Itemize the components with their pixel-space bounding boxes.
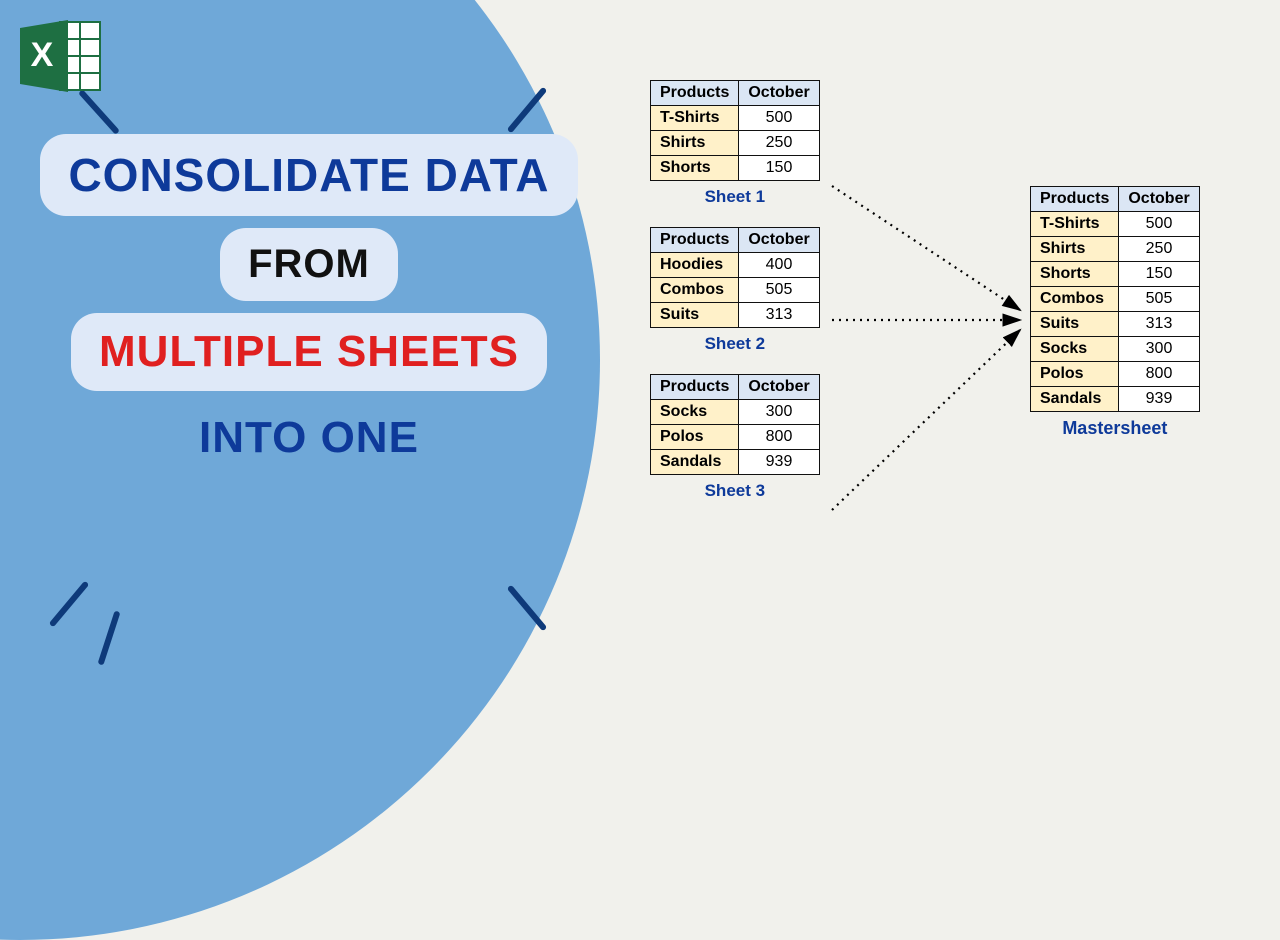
sheet2-table: ProductsOctober Hoodies400 Combos505 Sui… <box>650 227 820 328</box>
table-cell: Polos <box>651 425 739 450</box>
title-line-1: CONSOLIDATE DATA <box>40 134 577 216</box>
table-cell: 500 <box>1119 212 1199 237</box>
table-cell: 400 <box>739 253 819 278</box>
table-cell: T-Shirts <box>651 106 739 131</box>
table-cell: Shorts <box>1031 262 1119 287</box>
table-cell: 500 <box>739 106 819 131</box>
header-products: Products <box>1031 187 1119 212</box>
table-cell: 313 <box>739 303 819 328</box>
table-cell: 939 <box>1119 387 1199 412</box>
table-cell: Sandals <box>651 450 739 475</box>
table-cell: 800 <box>739 425 819 450</box>
header-october: October <box>739 375 819 400</box>
table-cell: Hoodies <box>651 253 739 278</box>
table-cell: Suits <box>651 303 739 328</box>
table-cell: Shirts <box>651 131 739 156</box>
svg-text:X: X <box>31 36 54 74</box>
header-products: Products <box>651 375 739 400</box>
table-cell: 313 <box>1119 312 1199 337</box>
title-line-4: INTO ONE <box>34 413 584 463</box>
table-cell: 939 <box>739 450 819 475</box>
table-cell: Combos <box>651 278 739 303</box>
title-line-3: MULTIPLE SHEETS <box>71 313 547 391</box>
table-cell: Shirts <box>1031 237 1119 262</box>
table-cell: Socks <box>651 400 739 425</box>
mastersheet-table: ProductsOctober T-Shirts500 Shirts250 Sh… <box>1030 186 1200 412</box>
table-cell: 250 <box>1119 237 1199 262</box>
table-cell: 800 <box>1119 362 1199 387</box>
header-products: Products <box>651 81 739 106</box>
table-cell: Socks <box>1031 337 1119 362</box>
table-cell: Shorts <box>651 156 739 181</box>
table-cell: Polos <box>1031 362 1119 387</box>
table-cell: Combos <box>1031 287 1119 312</box>
mastersheet-label: Mastersheet <box>1030 418 1200 439</box>
title-line-2: FROM <box>220 228 398 301</box>
table-cell: 505 <box>1119 287 1199 312</box>
header-october: October <box>739 81 819 106</box>
table-cell: 300 <box>1119 337 1199 362</box>
table-cell: T-Shirts <box>1031 212 1119 237</box>
table-cell: 150 <box>1119 262 1199 287</box>
header-october: October <box>1119 187 1199 212</box>
sheet3-table: ProductsOctober Socks300 Polos800 Sandal… <box>650 374 820 475</box>
table-cell: 300 <box>739 400 819 425</box>
table-cell: 150 <box>739 156 819 181</box>
table-cell: 505 <box>739 278 819 303</box>
sheet3-label: Sheet 3 <box>650 481 820 501</box>
table-cell: Sandals <box>1031 387 1119 412</box>
header-october: October <box>739 228 819 253</box>
excel-icon: X <box>16 16 104 101</box>
header-products: Products <box>651 228 739 253</box>
sheet2-label: Sheet 2 <box>650 334 820 354</box>
title-block: CONSOLIDATE DATA FROM MULTIPLE SHEETS IN… <box>34 128 584 463</box>
table-cell: Suits <box>1031 312 1119 337</box>
table-cell: 250 <box>739 131 819 156</box>
sheet1-table: ProductsOctober T-Shirts500 Shirts250 Sh… <box>650 80 820 181</box>
mastersheet-block: ProductsOctober T-Shirts500 Shirts250 Sh… <box>1030 186 1200 439</box>
sheet1-label: Sheet 1 <box>650 187 820 207</box>
source-sheets-column: ProductsOctober T-Shirts500 Shirts250 Sh… <box>650 80 820 521</box>
